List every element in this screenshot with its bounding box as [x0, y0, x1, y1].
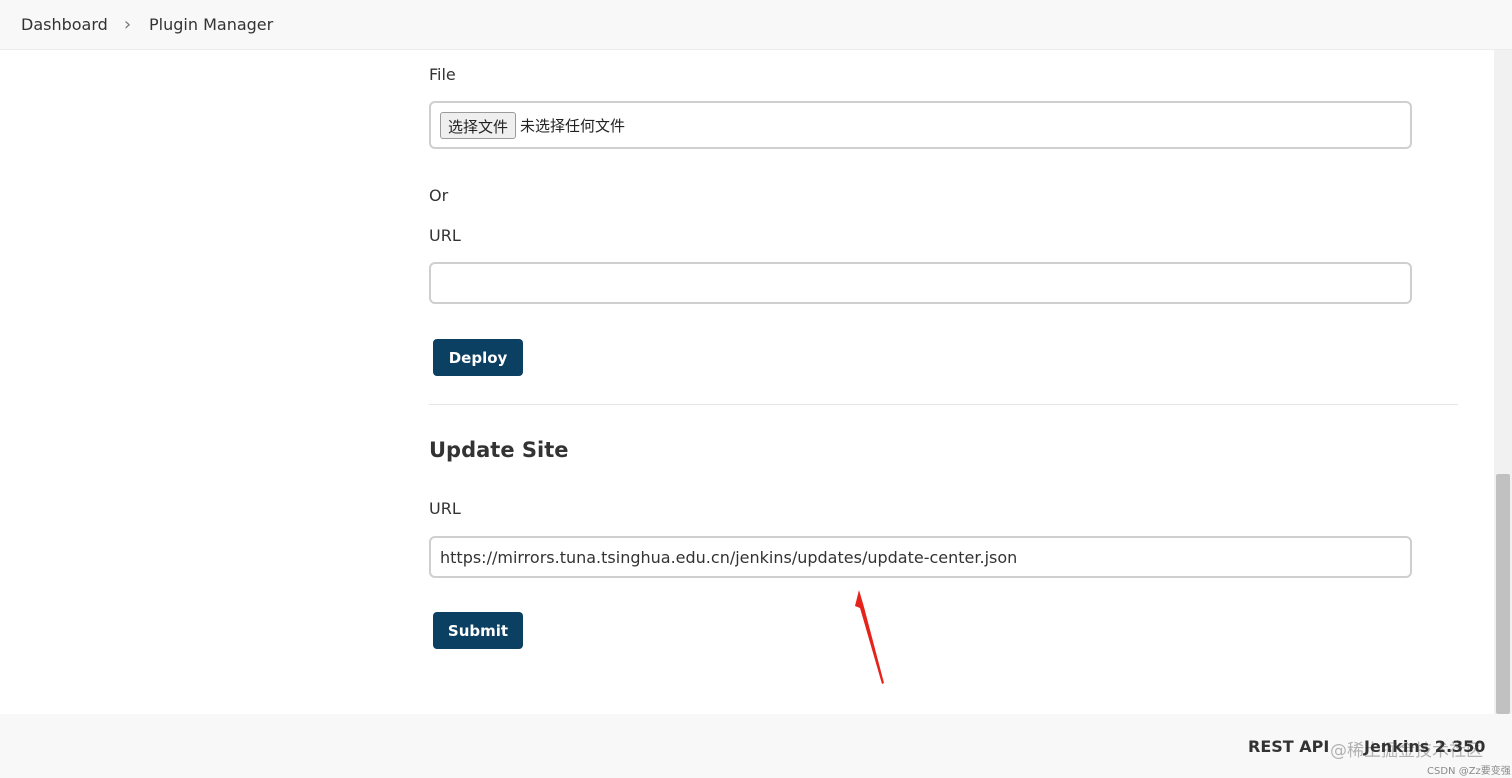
update-site-title: Update Site [429, 438, 569, 462]
or-label: Or [429, 186, 449, 205]
update-site-url-input[interactable]: https://mirrors.tuna.tsinghua.edu.cn/jen… [429, 536, 1412, 578]
choose-file-button[interactable]: 选择文件 [440, 111, 517, 139]
update-site-url-label: URL [429, 499, 461, 518]
breadcrumb-dashboard[interactable]: Dashboard [21, 15, 108, 34]
section-divider [429, 404, 1458, 405]
watermark-small: CSDN @Zz要变强 [1427, 766, 1511, 777]
breadcrumb-plugin-manager[interactable]: Plugin Manager [149, 15, 273, 34]
file-input[interactable]: 选择文件 未选择任何文件 [429, 101, 1412, 149]
red-arrow-icon [855, 590, 884, 684]
breadcrumb: Dashboard › Plugin Manager [0, 0, 1512, 50]
file-label: File [429, 65, 456, 84]
deploy-button[interactable]: Deploy [433, 339, 523, 376]
footer: REST API @稀土掘金技术社区 Jenkins 2.350 CSDN @Z… [0, 714, 1512, 778]
deploy-url-label: URL [429, 226, 461, 245]
jenkins-version-link[interactable]: Jenkins 2.350 [1364, 737, 1485, 756]
deploy-url-input[interactable] [429, 262, 1412, 304]
submit-button[interactable]: Submit [433, 612, 523, 649]
file-status-text: 未选择任何文件 [520, 116, 626, 135]
chevron-right-icon: › [123, 13, 132, 35]
rest-api-link[interactable]: REST API [1248, 737, 1329, 756]
scrollbar-thumb[interactable] [1496, 474, 1510, 714]
